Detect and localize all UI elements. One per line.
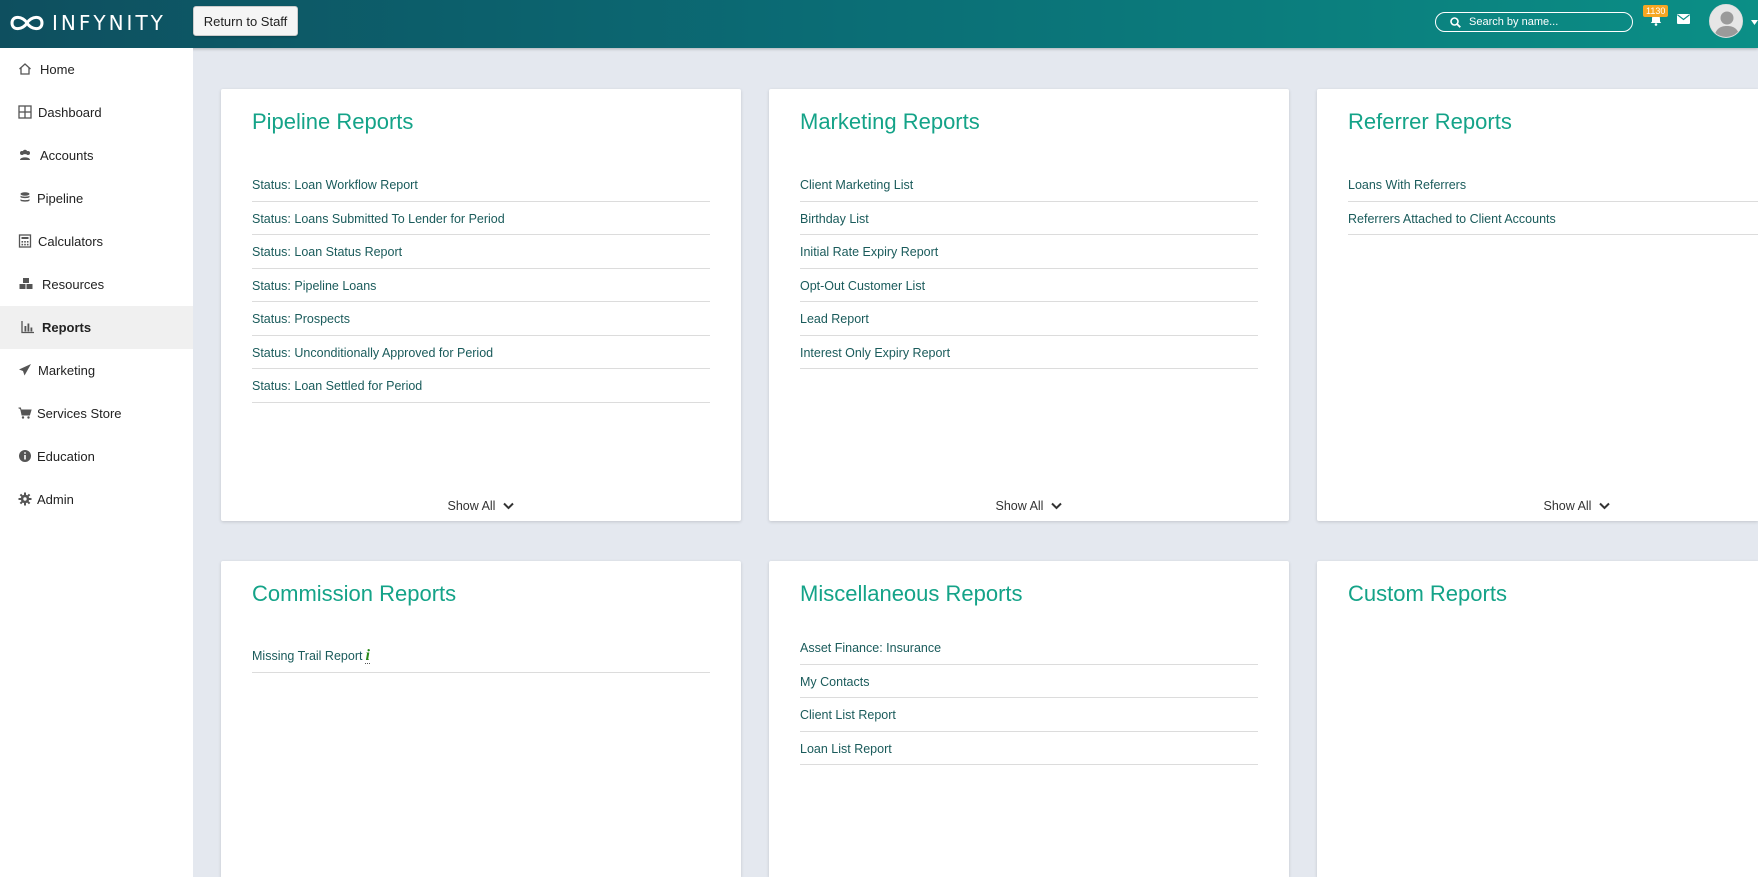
sidebar-item-admin[interactable]: Admin	[0, 478, 193, 521]
report-link-list: Asset Finance: Insurance My Contacts Cli…	[800, 631, 1258, 765]
sidebar-item-label: Home	[40, 62, 75, 77]
notification-count-badge: 1130	[1643, 5, 1669, 17]
report-link[interactable]: Client Marketing List	[800, 168, 1258, 202]
chevron-down-icon[interactable]	[1751, 20, 1758, 26]
show-all-label: Show All	[1543, 499, 1592, 513]
card-title: Custom Reports	[1348, 581, 1507, 606]
show-all-button[interactable]: Show All	[769, 499, 1289, 513]
search-box[interactable]	[1435, 12, 1633, 32]
report-link[interactable]: My Contacts	[800, 665, 1258, 698]
users-icon	[20, 149, 30, 160]
show-all-button[interactable]: Show All	[221, 499, 741, 513]
search-input[interactable]	[1469, 16, 1619, 28]
sidebar-item-label: Marketing	[38, 363, 96, 378]
paper-plane-icon	[19, 364, 31, 376]
calculator-icon	[18, 234, 32, 248]
report-link[interactable]: Referrers Attached to Client Accounts	[1348, 202, 1758, 235]
search-icon	[1450, 16, 1461, 28]
report-link[interactable]: Status: Loan Status Report	[252, 235, 710, 269]
report-link[interactable]: Initial Rate Expiry Report	[800, 235, 1258, 269]
report-link[interactable]: Client List Report	[800, 698, 1258, 732]
sidebar-item-dashboard[interactable]: Dashboard	[0, 91, 193, 134]
report-link-list: Client Marketing List Birthday List Init…	[800, 168, 1258, 369]
report-link[interactable]: Status: Unconditionally Approved for Per…	[252, 336, 710, 369]
cubes-icon	[19, 278, 33, 289]
report-link[interactable]: Lead Report	[800, 302, 1258, 336]
report-link-list: Status: Loan Workflow Report Status: Loa…	[252, 168, 710, 403]
user-silhouette-icon	[1710, 5, 1742, 37]
report-link[interactable]: Missing Trail Report i	[252, 639, 710, 673]
report-link[interactable]: Birthday List	[800, 202, 1258, 235]
report-link[interactable]: Status: Loan Workflow Report	[252, 168, 710, 202]
sidebar-item-label: Dashboard	[38, 105, 102, 120]
report-link-list: Loans With Referrers Referrers Attached …	[1348, 168, 1758, 235]
sidebar-item-pipeline[interactable]: Pipeline	[0, 177, 193, 220]
report-link[interactable]: Interest Only Expiry Report	[800, 336, 1258, 369]
card-title: Pipeline Reports	[252, 109, 414, 134]
report-link[interactable]: Opt-Out Customer List	[800, 269, 1258, 302]
infinity-logo-icon	[10, 15, 44, 31]
report-link[interactable]: Status: Loan Settled for Period	[252, 369, 710, 403]
sidebar: Home Dashboard Accounts Pipeline Calcula…	[0, 48, 193, 877]
report-link-label: Missing Trail Report	[252, 649, 363, 664]
user-avatar[interactable]	[1709, 4, 1743, 38]
chevron-down-icon	[1051, 502, 1063, 510]
card-title: Referrer Reports	[1348, 109, 1512, 134]
chevron-down-icon	[1599, 502, 1611, 510]
sidebar-item-home[interactable]: Home	[0, 48, 193, 91]
sidebar-item-label: Services Store	[37, 406, 122, 421]
commission-reports-card: Commission Reports Missing Trail Report …	[221, 561, 741, 877]
sidebar-item-accounts[interactable]: Accounts	[0, 134, 193, 177]
sidebar-item-label: Education	[37, 449, 95, 464]
sidebar-item-label: Pipeline	[37, 191, 84, 206]
chevron-down-icon	[503, 502, 515, 510]
card-title: Miscellaneous Reports	[800, 581, 1023, 606]
sidebar-item-label: Admin	[37, 492, 74, 507]
brand-name: INFYNITY	[52, 11, 166, 35]
brand-logo[interactable]: INFYNITY	[8, 10, 166, 36]
sidebar-item-calculators[interactable]: Calculators	[0, 220, 193, 263]
report-link[interactable]: Loans With Referrers	[1348, 168, 1758, 202]
cart-icon	[18, 407, 32, 419]
info-icon[interactable]: i	[365, 647, 370, 664]
report-link[interactable]: Loan List Report	[800, 732, 1258, 765]
report-link[interactable]: Status: Loans Submitted To Lender for Pe…	[252, 202, 710, 235]
gear-icon	[18, 492, 32, 506]
report-link[interactable]: Asset Finance: Insurance	[800, 631, 1258, 665]
report-link-list: Missing Trail Report i	[252, 639, 710, 673]
card-title: Commission Reports	[252, 581, 457, 606]
sidebar-item-services-store[interactable]: Services Store	[0, 392, 193, 435]
top-bar: INFYNITY Return to Staff 1130	[0, 0, 1758, 48]
database-icon	[20, 192, 30, 202]
card-title: Marketing Reports	[800, 109, 980, 134]
return-to-staff-button[interactable]: Return to Staff	[193, 6, 298, 36]
dashboard-icon	[18, 105, 32, 119]
sidebar-item-label: Reports	[42, 320, 92, 335]
show-all-label: Show All	[447, 499, 496, 513]
pipeline-reports-card: Pipeline Reports Status: Loan Workflow R…	[221, 89, 741, 521]
bar-chart-icon	[21, 321, 34, 334]
home-icon	[19, 63, 31, 75]
sidebar-item-label: Resources	[42, 277, 105, 292]
mail-icon[interactable]	[1677, 14, 1690, 24]
marketing-reports-card: Marketing Reports Client Marketing List …	[769, 89, 1289, 521]
info-circle-icon	[19, 450, 31, 462]
sidebar-item-marketing[interactable]: Marketing	[0, 349, 193, 392]
show-all-label: Show All	[995, 499, 1044, 513]
sidebar-item-label: Calculators	[38, 234, 104, 249]
sidebar-item-education[interactable]: Education	[0, 435, 193, 478]
referrer-reports-card: Referrer Reports Loans With Referrers Re…	[1317, 89, 1758, 521]
custom-reports-card: Custom Reports	[1317, 561, 1758, 877]
report-link[interactable]: Status: Pipeline Loans	[252, 269, 710, 302]
show-all-button[interactable]: Show All	[1317, 499, 1758, 513]
sidebar-item-resources[interactable]: Resources	[0, 263, 193, 306]
sidebar-item-label: Accounts	[40, 148, 94, 163]
sidebar-item-reports[interactable]: Reports	[0, 306, 193, 349]
report-link[interactable]: Status: Prospects	[252, 302, 710, 336]
miscellaneous-reports-card: Miscellaneous Reports Asset Finance: Ins…	[769, 561, 1289, 877]
